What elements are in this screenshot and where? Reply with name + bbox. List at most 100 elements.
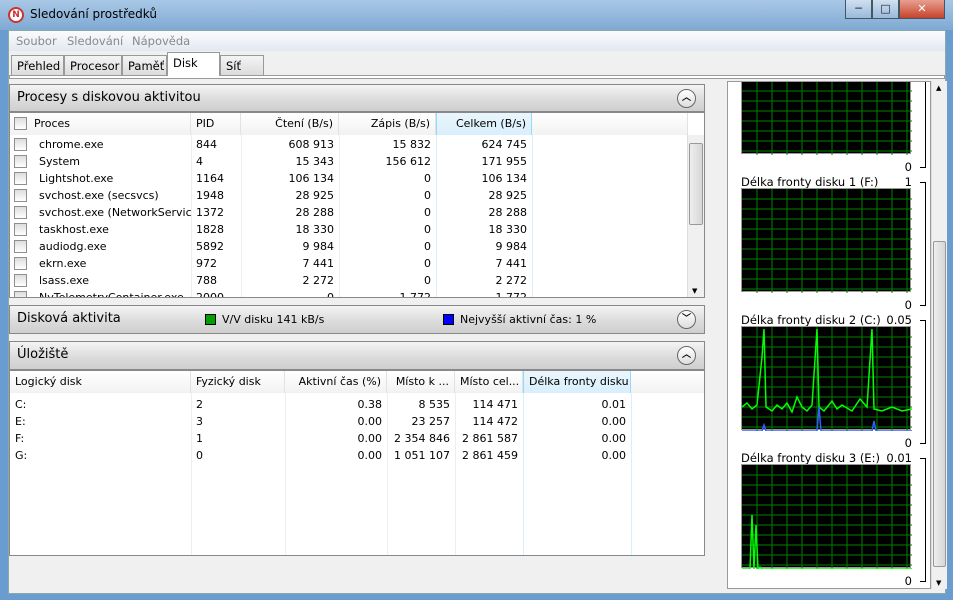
active-time-label: Nejvyšší aktivní čas: 1 % [460, 313, 597, 326]
storage-row[interactable]: E: 3 0.00 23 257 114 472 0.00 [10, 413, 686, 430]
maximize-button[interactable]: □ [872, 0, 899, 19]
storage-row[interactable]: F: 1 0.00 2 354 846 2 861 587 0.00 [10, 430, 686, 447]
close-button[interactable]: ✕ [899, 0, 945, 19]
process-checkbox[interactable] [14, 240, 27, 253]
processes-header[interactable]: Procesy s diskovou aktivitou ︿ [9, 84, 705, 112]
collapse-storage-button[interactable]: ︿ [677, 346, 696, 365]
cell: G: [15, 449, 28, 462]
process-checkbox[interactable] [14, 223, 27, 236]
col-logicky-disk[interactable]: Logický disk [10, 371, 191, 393]
cell: 0.00 [601, 415, 627, 428]
col-aktivni-cas[interactable]: Aktivní čas (%) [285, 371, 387, 393]
process-row[interactable]: NvTelemetryContainer.exe 2000 0 1 772 1 772 [10, 289, 686, 298]
process-row[interactable]: taskhost.exe 1828 18 330 0 18 330 [10, 221, 686, 238]
storage-header[interactable]: Úložiště ︿ [9, 341, 705, 370]
collapse-processes-button[interactable]: ︿ [677, 89, 696, 108]
process-row[interactable]: ekrn.exe 972 7 441 0 7 441 [10, 255, 686, 272]
process-checkbox[interactable] [14, 138, 27, 151]
disk-activity-title: Disková aktivita [17, 311, 121, 326]
cell: 2000 [196, 291, 224, 298]
cell: 2 861 587 [462, 432, 518, 445]
storage-row[interactable]: C: 2 0.38 8 535 114 471 0.01 [10, 396, 686, 413]
process-row[interactable]: chrome.exe 844 608 913 15 832 624 745 [10, 136, 686, 153]
process-checkbox[interactable] [14, 291, 27, 297]
process-checkbox[interactable] [14, 155, 27, 168]
cell: E: [15, 415, 26, 428]
col-delka-fronty[interactable]: Délka fronty disku [523, 371, 631, 393]
process-checkbox[interactable] [14, 257, 27, 270]
cell: 0 [327, 291, 334, 298]
minimize-button[interactable]: ─ [845, 0, 872, 19]
col-proces[interactable]: Proces [10, 113, 191, 135]
left-panel: Procesy s diskovou aktivitou ︿ Proces PI… [9, 81, 705, 586]
process-checkbox[interactable] [14, 274, 27, 287]
processes-title: Procesy s diskovou aktivitou [17, 90, 201, 105]
cell: 0.38 [357, 398, 383, 411]
process-checkbox[interactable] [14, 172, 27, 185]
storage-row[interactable]: G: 0 0.00 1 051 107 2 861 459 0.00 [10, 447, 686, 464]
tab-prehled[interactable]: Přehled [11, 55, 64, 75]
process-checkbox[interactable] [14, 206, 27, 219]
cell: 106 134 [288, 172, 335, 185]
cell: 1 [196, 432, 203, 445]
graphs-scroll-thumb[interactable] [933, 241, 946, 567]
menu-sledovani[interactable]: Sledování [67, 34, 123, 48]
cell: 1828 [196, 223, 224, 236]
cell: 28 288 [488, 206, 528, 219]
cell: 23 257 [411, 415, 451, 428]
splitter[interactable] [705, 81, 719, 591]
col-zapis[interactable]: Zápis (B/s) [339, 113, 436, 135]
graph-min: 0 [904, 298, 912, 312]
cell: 0.00 [357, 432, 383, 445]
cell: 0.01 [601, 398, 627, 411]
col-fyzicky-disk[interactable]: Fyzický disk [191, 371, 285, 393]
graph-min: 0 [904, 574, 912, 588]
process-row[interactable]: Lightshot.exe 1164 106 134 0 106 134 [10, 170, 686, 187]
select-all-checkbox[interactable] [14, 117, 27, 130]
cell: 788 [196, 274, 217, 287]
cell: 4 [196, 155, 203, 168]
process-row[interactable]: svchost.exe (NetworkService) 1372 28 288 0 2… [10, 204, 686, 221]
col-misto-celkem[interactable]: Místo cel... [455, 371, 523, 393]
tab-disk[interactable]: Disk [167, 52, 220, 76]
process-row[interactable]: audiodg.exe 5892 9 984 0 9 984 [10, 238, 686, 255]
tab-pamet[interactable]: Paměť [122, 55, 167, 75]
graph-min: 0 [904, 160, 912, 174]
col-misto-k-dispozici[interactable]: Místo k ... [387, 371, 455, 393]
process-row[interactable]: svchost.exe (secsvcs) 1948 28 925 0 28 925 [10, 187, 686, 204]
tab-procesor[interactable]: Procesor [64, 55, 122, 75]
menu-bar: Soubor Sledování Nápověda [9, 31, 945, 51]
cell: 15 343 [295, 155, 335, 168]
cell: taskhost.exe [39, 223, 109, 236]
cell: 114 471 [472, 398, 519, 411]
cell: 7 441 [495, 257, 528, 270]
col-pid[interactable]: PID [191, 113, 241, 135]
tab-sit[interactable]: Síť [220, 55, 264, 75]
cell: 0.00 [357, 415, 383, 428]
cell: 0 [424, 206, 431, 219]
title-bar: N Sledování prostředků ─ □ ✕ [0, 0, 953, 30]
scroll-down-icon[interactable]: ▼ [692, 287, 697, 295]
col-celkem[interactable]: Celkem (B/s) [436, 113, 532, 135]
cell: System [39, 155, 81, 168]
window-client: Soubor Sledování Nápověda Přehled Proces… [8, 30, 947, 594]
cell: 0 [196, 449, 203, 462]
menu-soubor[interactable]: Soubor [16, 34, 57, 48]
cell: 156 612 [385, 155, 432, 168]
graphs-scrollbar[interactable]: ▲ ▼ [931, 81, 947, 589]
scroll-down-icon[interactable]: ▼ [936, 579, 941, 587]
graph-label: Délka fronty disku 1 (F:) [741, 175, 879, 189]
cell: 2 354 846 [394, 432, 450, 445]
scroll-thumb[interactable] [689, 143, 703, 225]
cell: 2 272 [302, 274, 335, 287]
process-row[interactable]: lsass.exe 788 2 272 0 2 272 [10, 272, 686, 289]
expand-disk-activity-button[interactable]: ﹀ [677, 310, 696, 329]
menu-napoveda[interactable]: Nápověda [132, 34, 190, 48]
processes-scrollbar[interactable]: ▼ [687, 135, 704, 297]
process-checkbox[interactable] [14, 189, 27, 202]
io-legend-swatch [205, 314, 216, 325]
scroll-up-icon[interactable]: ▲ [936, 84, 941, 92]
disk-activity-header[interactable]: Disková aktivita V/V disku 141 kB/s Nejv… [9, 305, 705, 334]
col-cteni[interactable]: Čtení (B/s) [241, 113, 339, 135]
process-row[interactable]: System 4 15 343 156 612 171 955 [10, 153, 686, 170]
